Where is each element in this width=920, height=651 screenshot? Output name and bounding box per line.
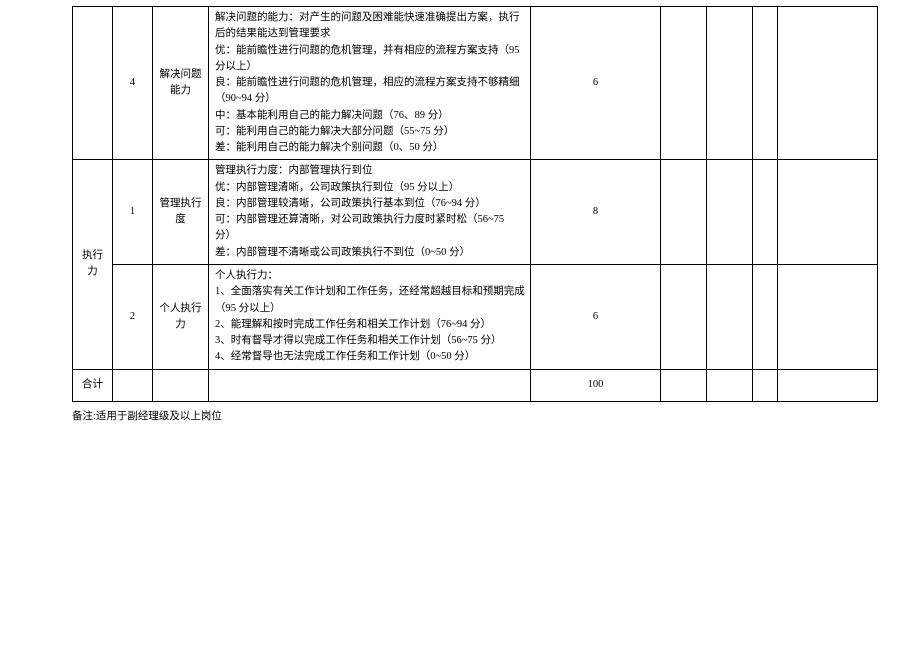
table-row-total: 合计 100 [73, 369, 878, 401]
idx-cell: 4 [113, 7, 153, 160]
total-label: 合计 [73, 369, 113, 401]
blank-cell [778, 369, 878, 401]
blank-cell [753, 369, 778, 401]
table-row: 4 解决问题能力 解决问题的能力：对产生的问题及困难能快速准确提出方案，执行后的… [73, 7, 878, 160]
blank-cell [753, 160, 778, 265]
blank-cell [707, 160, 753, 265]
blank-cell [707, 7, 753, 160]
blank-cell [661, 264, 707, 369]
score-cell: 6 [531, 264, 661, 369]
blank-cell [778, 264, 878, 369]
score-cell: 8 [531, 160, 661, 265]
evaluation-table: 4 解决问题能力 解决问题的能力：对产生的问题及困难能快速准确提出方案，执行后的… [72, 6, 878, 402]
blank-cell [209, 369, 531, 401]
blank-cell [707, 369, 753, 401]
table-row: 2 个人执行力 个人执行力：1、全面落实有关工作计划和工作任务，还经常超越目标和… [73, 264, 878, 369]
category-cell [73, 7, 113, 160]
blank-cell [661, 369, 707, 401]
blank-cell [778, 160, 878, 265]
blank-cell [661, 160, 707, 265]
desc-cell: 管理执行力度：内部管理执行到位优：内部管理清晰，公司政策执行到位（95 分以上）… [209, 160, 531, 265]
blank-cell [661, 7, 707, 160]
blank-cell [707, 264, 753, 369]
category-cell: 执行力 [73, 160, 113, 369]
item-cell: 管理执行度 [153, 160, 209, 265]
idx-cell: 1 [113, 160, 153, 265]
blank-cell [153, 369, 209, 401]
desc-cell: 个人执行力：1、全面落实有关工作计划和工作任务，还经常超越目标和预期完成（95 … [209, 264, 531, 369]
item-cell: 解决问题能力 [153, 7, 209, 160]
table-row: 执行力 1 管理执行度 管理执行力度：内部管理执行到位优：内部管理清晰，公司政策… [73, 160, 878, 265]
blank-cell [753, 264, 778, 369]
blank-cell [113, 369, 153, 401]
footnote: 备注:适用于副经理级及以上岗位 [72, 408, 880, 423]
blank-cell [778, 7, 878, 160]
blank-cell [753, 7, 778, 160]
idx-cell: 2 [113, 264, 153, 369]
item-cell: 个人执行力 [153, 264, 209, 369]
desc-cell: 解决问题的能力：对产生的问题及困难能快速准确提出方案，执行后的结果能达到管理要求… [209, 7, 531, 160]
score-cell: 6 [531, 7, 661, 160]
total-value: 100 [531, 369, 661, 401]
